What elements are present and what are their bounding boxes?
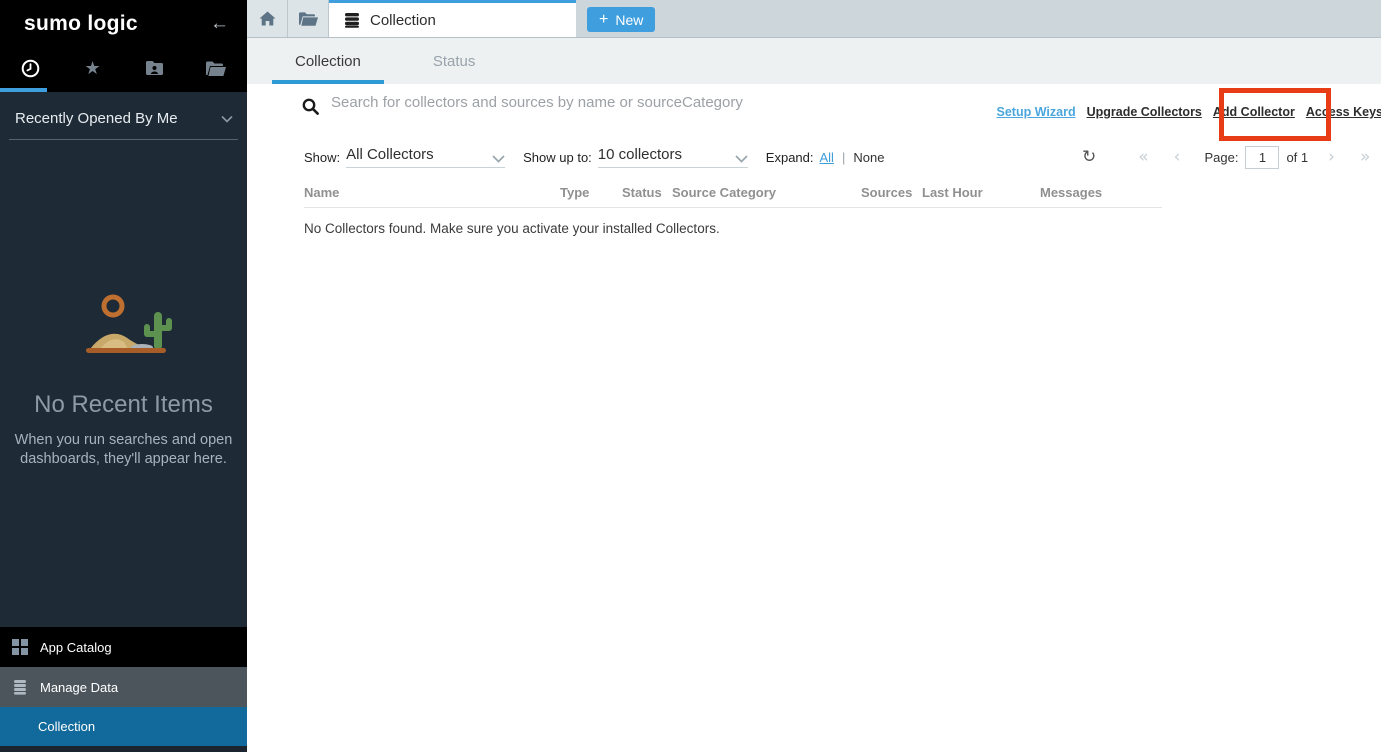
tab-spacer xyxy=(384,38,410,84)
no-recent-items-subtitle: When you run searches and open dashboard… xyxy=(11,431,236,469)
app-grid-icon xyxy=(12,639,28,655)
search-input[interactable] xyxy=(331,94,891,111)
column-header-status: Status xyxy=(622,185,662,200)
collection-content: Setup Wizard Upgrade Collectors Add Coll… xyxy=(247,84,1381,752)
favorites-tab[interactable]: ★ xyxy=(62,44,124,92)
next-page-icon[interactable]: › xyxy=(1328,147,1335,167)
column-header-source-category: Source Category xyxy=(672,185,776,200)
pagination-controls: ↻ « ‹ Page: of 1 › » xyxy=(1082,142,1370,172)
sidebar-item-manage-data[interactable]: Manage Data xyxy=(0,667,247,707)
new-button[interactable]: + New xyxy=(587,7,655,32)
last-page-icon[interactable]: » xyxy=(1360,147,1370,167)
desert-illustration xyxy=(76,292,172,358)
upgrade-collectors-link[interactable]: Upgrade Collectors xyxy=(1087,105,1202,119)
recents-tab[interactable] xyxy=(0,44,62,92)
collapse-sidebar-arrow-icon[interactable]: ← xyxy=(210,13,229,35)
add-collector-link[interactable]: Add Collector xyxy=(1213,105,1295,119)
database-icon xyxy=(12,679,28,695)
library-button[interactable] xyxy=(288,0,329,37)
column-header-name: Name xyxy=(304,185,339,200)
sidebar-header: sumo logic ← ★ xyxy=(0,0,247,92)
chevron-down-icon xyxy=(735,155,748,163)
tab-title: Collection xyxy=(370,12,436,29)
show-dropdown[interactable]: All Collectors xyxy=(346,146,505,168)
home-icon xyxy=(259,11,276,26)
top-tab-bar: Collection + New xyxy=(247,0,1381,38)
new-button-label: New xyxy=(615,12,643,28)
page-number-input[interactable] xyxy=(1245,146,1279,169)
sidebar-bottom-menu: App Catalog Manage Data Collection xyxy=(0,627,247,752)
recently-opened-label: Recently Opened By Me xyxy=(15,110,178,127)
active-tab-underline xyxy=(0,88,47,92)
shared-tab[interactable] xyxy=(124,44,186,92)
show-up-to-dropdown-value: 10 collectors xyxy=(598,146,682,163)
folder-icon xyxy=(299,12,318,26)
show-label: Show: xyxy=(304,150,340,165)
sidebar-footer-strip xyxy=(0,746,247,752)
tab-status[interactable]: Status xyxy=(410,38,499,84)
open-folder-icon xyxy=(206,61,226,76)
expand-all-link[interactable]: All xyxy=(820,150,834,165)
tab-collection[interactable]: Collection xyxy=(272,38,384,84)
expand-label: Expand: xyxy=(766,150,814,165)
column-header-sources: Sources xyxy=(861,185,912,200)
no-recent-items-title: No Recent Items xyxy=(0,391,247,419)
filter-row: Show: All Collectors Show up to: 10 coll… xyxy=(304,142,884,172)
table-header-divider xyxy=(304,207,1162,208)
header-links: Setup Wizard Upgrade Collectors Add Coll… xyxy=(997,105,1381,119)
expand-none-link[interactable]: None xyxy=(853,150,884,165)
library-tab[interactable] xyxy=(185,44,247,92)
column-header-last-hour: Last Hour xyxy=(922,185,983,200)
database-icon xyxy=(344,12,360,28)
separator: | xyxy=(842,150,845,165)
show-up-to-label: Show up to: xyxy=(523,150,592,165)
home-button[interactable] xyxy=(247,0,288,37)
column-header-type: Type xyxy=(560,185,589,200)
show-up-to-dropdown[interactable]: 10 collectors xyxy=(598,146,748,168)
clock-icon xyxy=(21,59,40,78)
shared-folder-person-icon xyxy=(145,60,164,76)
chevron-down-icon xyxy=(492,155,505,163)
sidebar: sumo logic ← ★ xyxy=(0,0,247,752)
sidebar-empty-state: No Recent Items When you run searches an… xyxy=(0,292,247,469)
recently-opened-dropdown[interactable]: Recently Opened By Me xyxy=(9,108,238,140)
chevron-down-icon xyxy=(221,115,233,123)
refresh-icon[interactable]: ↻ xyxy=(1082,147,1096,167)
sidebar-item-collection[interactable]: Collection xyxy=(0,707,247,746)
setup-wizard-link[interactable]: Setup Wizard xyxy=(997,105,1076,119)
menu-item-label: Manage Data xyxy=(40,680,118,695)
first-page-icon[interactable]: « xyxy=(1138,147,1148,167)
column-header-messages: Messages xyxy=(1040,185,1102,200)
previous-page-icon[interactable]: ‹ xyxy=(1174,147,1181,167)
star-icon: ★ xyxy=(85,58,101,79)
menu-item-label: App Catalog xyxy=(40,640,112,655)
app-root: sumo logic ← ★ xyxy=(0,0,1381,752)
plus-icon: + xyxy=(599,12,608,28)
menu-item-label: Collection xyxy=(38,719,95,734)
search-icon xyxy=(302,98,319,115)
main-area: Collection + New Collection Status Setup… xyxy=(247,0,1381,752)
no-collectors-message: No Collectors found. Make sure you activ… xyxy=(304,221,720,236)
collection-page-tab[interactable]: Collection xyxy=(329,0,576,37)
page-label: Page: xyxy=(1204,150,1238,165)
collectors-table-header: Name Type Status Source Category Sources… xyxy=(247,185,1381,207)
sidebar-nav-tabs: ★ xyxy=(0,44,247,92)
sidebar-item-app-catalog[interactable]: App Catalog xyxy=(0,627,247,667)
sumo-logic-logo: sumo logic xyxy=(24,12,138,36)
access-keys-link[interactable]: Access Keys xyxy=(1306,105,1381,119)
sub-tab-bar: Collection Status xyxy=(247,38,1381,84)
show-dropdown-value: All Collectors xyxy=(346,146,434,163)
page-of-label: of 1 xyxy=(1286,150,1308,165)
